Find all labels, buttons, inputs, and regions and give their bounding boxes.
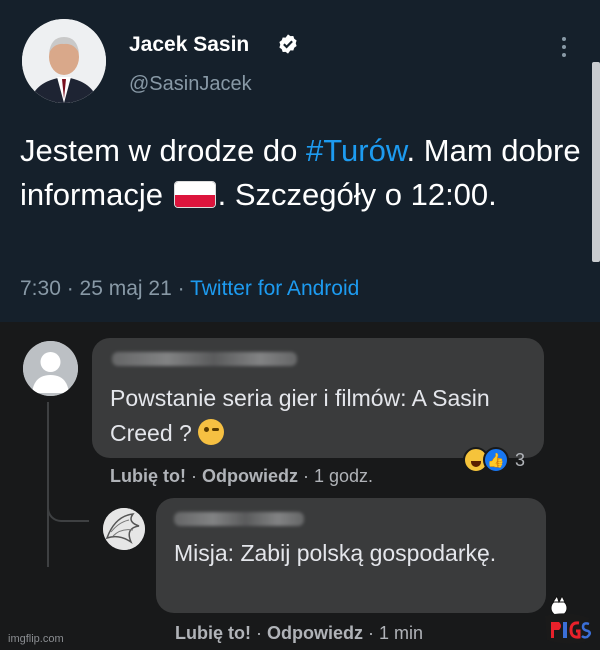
thread-curve [47,490,89,522]
reply-text: Misja: Zabij polską gospodarkę. [174,540,497,566]
tweet-card: Jacek Sasin @SasinJacek Jestem w drodze … [0,0,600,322]
tweet-source[interactable]: Twitter for Android [190,277,359,300]
reply-avatar[interactable] [103,508,145,550]
commenter-avatar[interactable] [23,341,78,396]
reply-button[interactable]: Odpowiedz [267,623,363,643]
meta-separator: · [60,277,80,300]
reaction-count: 3 [515,449,526,470]
comment-actions: Lubię to! · Odpowiedz · 1 godz. [110,466,373,487]
tweet-date[interactable]: 25 maj 21 [80,277,172,300]
author-name[interactable]: Jacek Sasin [129,33,249,57]
pigs-logo-icon [545,596,591,644]
comments-section: Powstanie seria gier i filmów: A Sasin C… [0,322,600,650]
blurred-commenter-name[interactable] [112,352,297,366]
like-button[interactable]: Lubię to! [110,466,186,486]
verified-badge-icon [279,34,297,54]
comment-bubble: Powstanie seria gier i filmów: A Sasin C… [92,338,544,458]
more-options-icon[interactable] [557,34,571,58]
action-separator: · [185,466,202,486]
tweet-text: Jestem w drodze do #Turów. Mam dobre inf… [20,129,586,217]
action-separator: · [250,623,267,643]
comment-time[interactable]: 1 godz. [314,466,373,486]
action-separator: · [362,623,379,643]
comment-text-content: Powstanie seria gier i filmów: A Sasin C… [110,385,490,446]
scrollbar[interactable] [592,62,600,262]
poland-flag-icon [173,181,216,208]
author-avatar[interactable] [22,19,106,103]
reactions[interactable]: 👍 3 [463,446,525,474]
reply-actions: Lubię to! · Odpowiedz · 1 min [175,623,423,644]
comment-text: Powstanie seria gier i filmów: A Sasin C… [110,381,530,451]
like-reaction-icon: 👍 [483,447,509,473]
thread-line [47,402,49,567]
imgflip-watermark: imgflip.com [8,633,64,645]
blurred-reply-name[interactable] [174,512,304,526]
hashtag-link[interactable]: #Turów [306,133,407,168]
tweet-time[interactable]: 7:30 [20,277,61,300]
reply-time[interactable]: 1 min [379,623,423,643]
tweet-text-part: . Szczegóły o 12:00. [217,177,497,212]
reply-bubble: Misja: Zabij polską gospodarkę. [156,498,546,613]
tweet-text-part: Jestem w drodze do [20,133,307,168]
action-separator: · [297,466,314,486]
reply-button[interactable]: Odpowiedz [202,466,298,486]
like-button[interactable]: Lubię to! [175,623,251,643]
tweet-meta: 7:30 · 25 maj 21 · Twitter for Android [20,277,359,301]
wink-emoji-icon [198,419,225,445]
meta-separator: · [171,277,191,300]
author-handle[interactable]: @SasinJacek [129,73,252,96]
